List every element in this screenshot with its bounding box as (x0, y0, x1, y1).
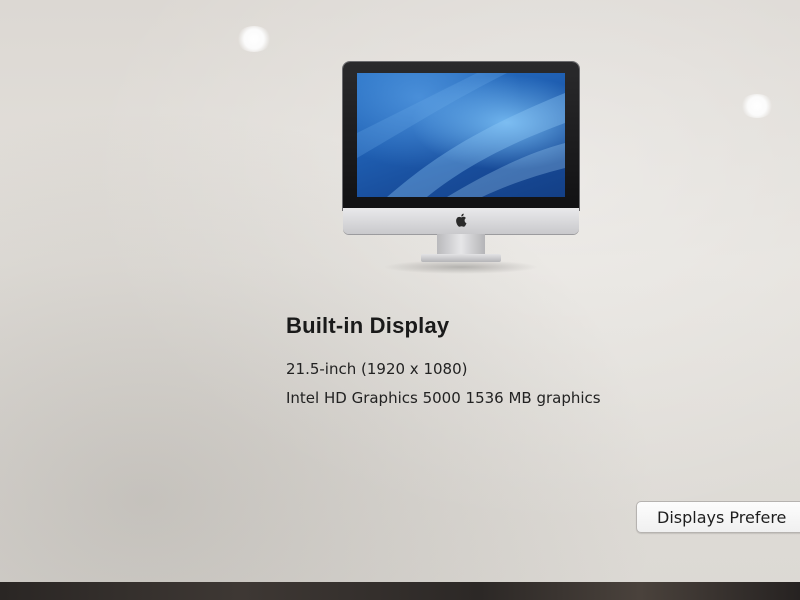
displays-preferences-button[interactable]: Displays Prefere (636, 501, 800, 533)
imac-screen-wallpaper (357, 73, 565, 197)
imac-stand-foot (421, 254, 501, 262)
imac-icon (343, 62, 581, 274)
screen-glare (740, 94, 774, 118)
imac-bezel (343, 62, 579, 210)
about-this-mac-displays-pane: Built-in Display 21.5-inch (1920 x 1080)… (0, 0, 800, 588)
imac-chin (343, 208, 579, 234)
imac-shadow (383, 260, 539, 274)
monitor-bezel-edge (0, 582, 800, 600)
display-name-title: Built-in Display (286, 313, 450, 338)
wallpaper-wave-graphic (357, 73, 565, 197)
display-size-resolution: 21.5-inch (1920 x 1080) (286, 360, 468, 378)
screen-glare (236, 26, 272, 52)
imac-stand-neck (437, 234, 485, 256)
apple-logo-icon (456, 213, 467, 227)
graphics-info: Intel HD Graphics 5000 1536 MB graphics (286, 389, 601, 407)
